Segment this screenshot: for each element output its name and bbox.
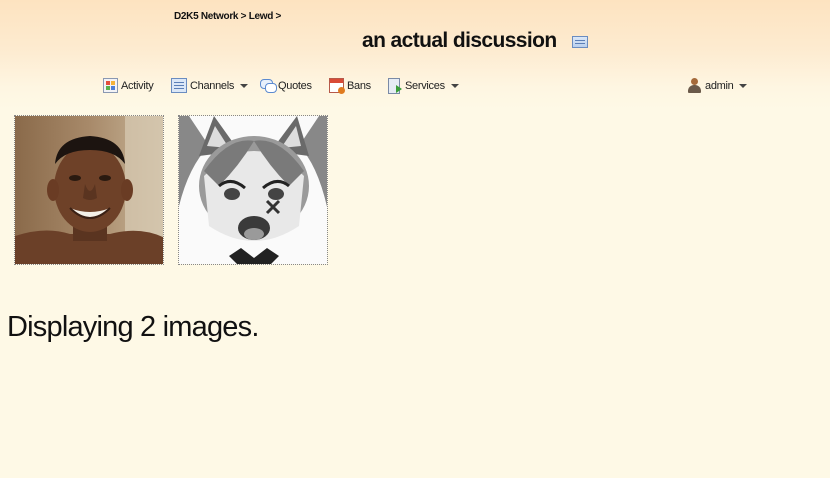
nav-quotes-label: Quotes [278,79,312,92]
page-title-area: an actual discussion [362,28,588,54]
image-gallery [14,115,328,265]
quotes-icon [260,78,277,93]
breadcrumb-channel-link[interactable]: Lewd [249,11,274,22]
user-icon [687,78,702,93]
nav-bans-label: Bans [347,79,371,92]
main-nav: Activity Channels Quotes Bans Services a… [0,77,830,95]
image-count-text: Displaying 2 images. [7,311,259,343]
image-thumbnail[interactable] [14,115,164,265]
nav-user-menu[interactable]: admin [687,77,748,94]
nav-activity-label: Activity [121,79,154,92]
nav-services[interactable]: Services [387,77,459,94]
page-title: an actual discussion [362,29,557,52]
list-view-icon[interactable] [571,36,588,48]
chevron-down-icon [240,83,249,88]
nav-activity[interactable]: Activity [103,77,154,94]
services-icon [387,78,402,94]
nav-channels-label: Channels [190,79,235,92]
breadcrumb: D2K5 Network > Lewd > [174,11,281,22]
nav-user-label: admin [705,79,734,92]
anime-drawing-image [179,116,327,264]
channels-icon [171,78,187,93]
image-thumbnail[interactable] [178,115,328,265]
nav-bans[interactable]: Bans [329,77,371,94]
bans-icon [329,78,345,94]
activity-icon [103,78,118,93]
nav-channels[interactable]: Channels [171,77,249,94]
nav-quotes[interactable]: Quotes [260,77,312,94]
chevron-down-icon [739,83,748,88]
header: D2K5 Network > Lewd > an actual discussi… [0,0,830,110]
chevron-down-icon [450,83,459,88]
nav-services-label: Services [405,79,445,92]
breadcrumb-separator: > [273,11,282,22]
breadcrumb-separator: > [238,11,249,22]
photo-portrait-image [15,116,163,264]
breadcrumb-network-link[interactable]: D2K5 Network [174,11,239,22]
